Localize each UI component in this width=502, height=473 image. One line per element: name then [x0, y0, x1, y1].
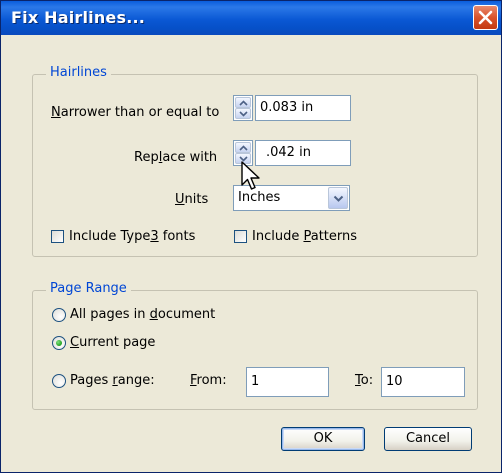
- chevron-down-icon: [239, 111, 248, 117]
- all-pages-label: All pages in document: [70, 307, 216, 322]
- include-patterns-label: Include Patterns: [252, 229, 358, 244]
- close-icon: [478, 10, 493, 25]
- include-type3-checkbox[interactable]: [51, 230, 64, 243]
- replace-input[interactable]: .042 in: [255, 140, 351, 166]
- replace-spin-up[interactable]: [235, 142, 251, 153]
- narrower-spin-up[interactable]: [235, 97, 251, 108]
- chevron-down-icon: [333, 195, 344, 202]
- include-patterns-checkbox[interactable]: [234, 230, 247, 243]
- from-label: From:: [190, 373, 227, 388]
- to-input[interactable]: 10: [381, 367, 465, 397]
- replace-label: Replace with: [134, 150, 218, 165]
- page-range-group-title: Page Range: [46, 281, 131, 296]
- dialog-title: Fix Hairlines...: [11, 8, 146, 27]
- title-bar[interactable]: Fix Hairlines...: [1, 1, 501, 35]
- chevron-up-icon: [239, 100, 248, 106]
- current-page-label: Current page: [70, 335, 156, 350]
- radio-selected-dot: [56, 340, 62, 346]
- hairlines-group-title: Hairlines: [46, 65, 111, 80]
- from-input[interactable]: 1: [246, 367, 329, 397]
- units-dropdown-button[interactable]: [328, 187, 348, 209]
- ok-button[interactable]: OK: [281, 427, 365, 451]
- cancel-button[interactable]: Cancel: [384, 427, 472, 451]
- mouse-pointer-icon: [241, 161, 260, 190]
- current-page-radio[interactable]: [52, 336, 66, 350]
- narrower-spinner[interactable]: [233, 95, 253, 121]
- pages-range-radio[interactable]: [52, 374, 66, 388]
- chevron-up-icon: [239, 145, 248, 151]
- fix-hairlines-dialog: Fix Hairlines... Hairlines Narrower than…: [0, 0, 502, 473]
- pages-range-label: Pages range:: [70, 373, 155, 388]
- include-type3-label: Include Type3 fonts: [69, 229, 196, 244]
- all-pages-radio[interactable]: [52, 308, 66, 322]
- narrower-label: Narrower than or equal to: [51, 105, 220, 120]
- to-label: To:: [355, 373, 374, 388]
- narrower-spin-down[interactable]: [235, 108, 251, 119]
- narrower-input[interactable]: 0.083 in: [255, 95, 351, 121]
- units-label: Units: [175, 192, 209, 207]
- close-button[interactable]: [473, 5, 498, 30]
